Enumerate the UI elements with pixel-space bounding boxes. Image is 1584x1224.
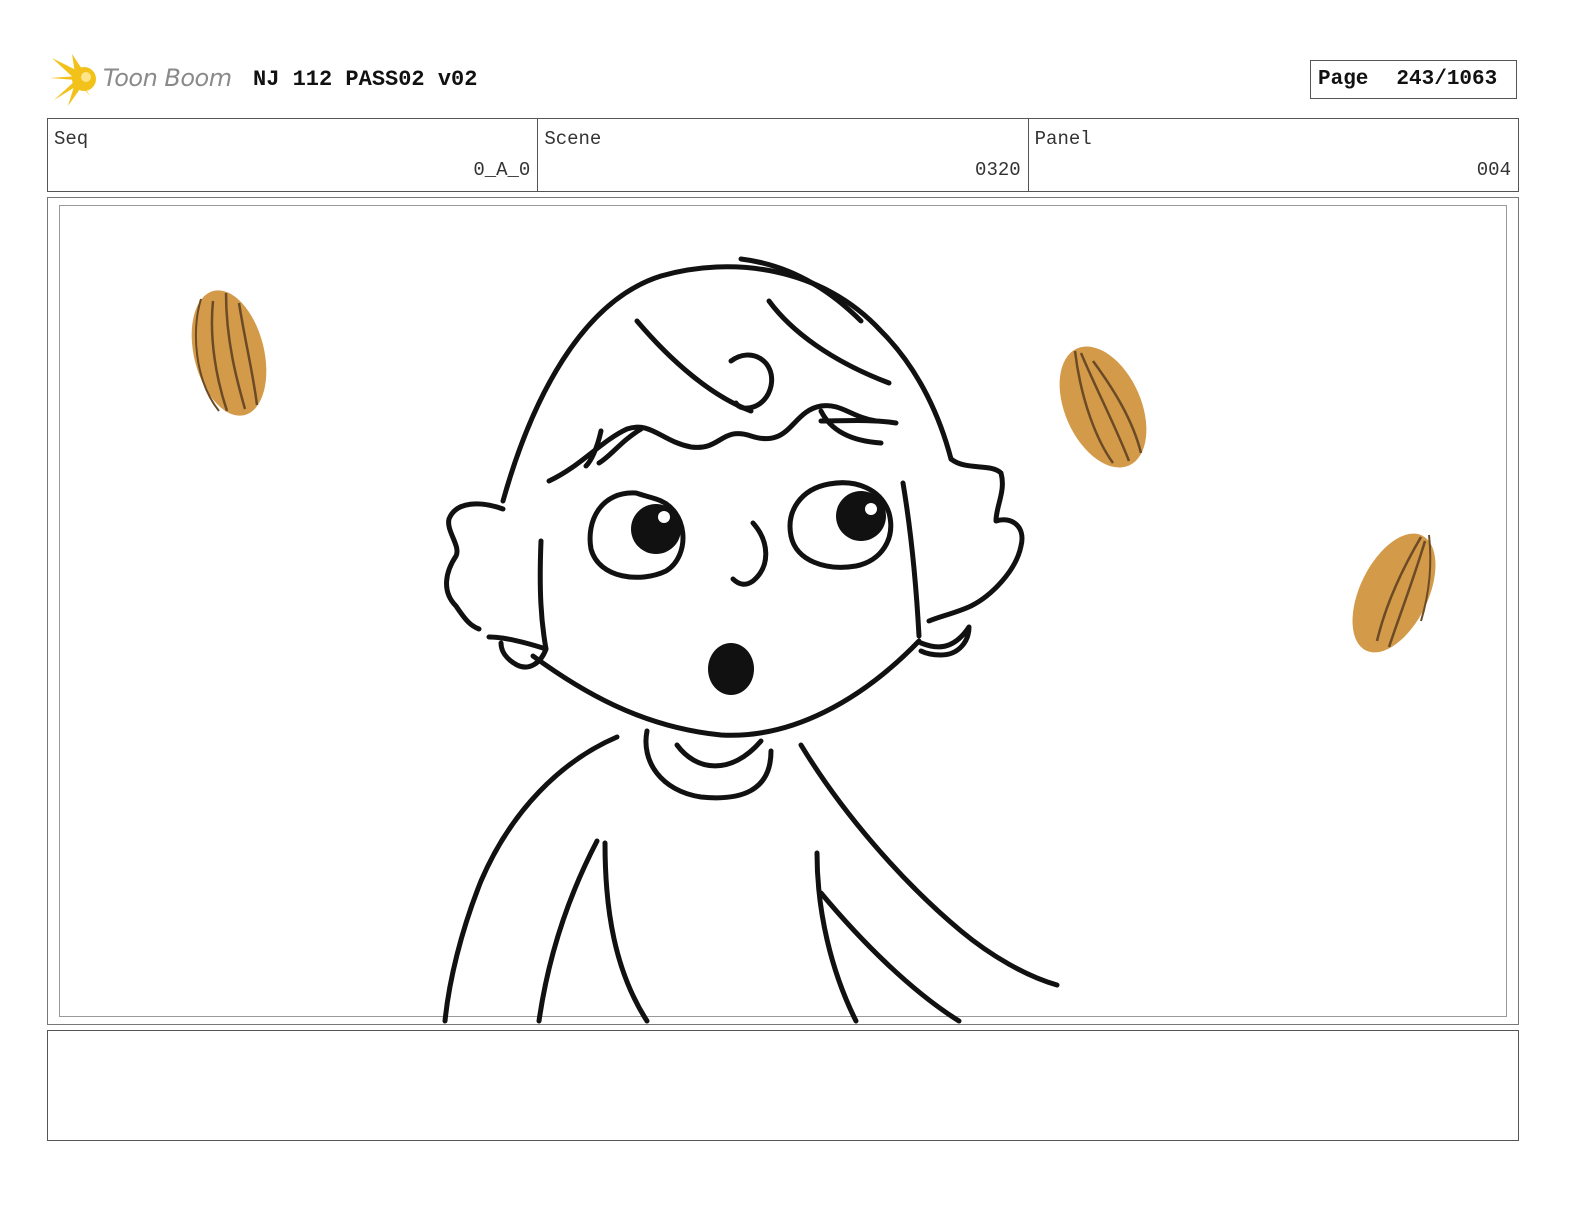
almond-middle	[1059, 346, 1147, 468]
info-row: Seq 0_A_0 Scene 0320 Panel 004	[47, 118, 1519, 192]
scene-value: 0320	[975, 159, 1021, 181]
panel-label: Panel	[1034, 128, 1092, 150]
panel-drawing	[191, 256, 1436, 1024]
page-indicator: Page 243/1063	[1310, 60, 1517, 99]
star-logo-icon	[50, 54, 96, 106]
character-features	[631, 491, 886, 695]
seq-value: 0_A_0	[473, 159, 531, 181]
toon-boom-logo: Toon Boom	[50, 52, 240, 108]
seq-label: Seq	[54, 128, 89, 150]
character-drawing	[442, 256, 1060, 1024]
notes-box	[47, 1030, 1519, 1141]
seq-cell: Seq 0_A_0	[48, 119, 539, 191]
logo-text: Toon Boom	[103, 64, 232, 92]
page-number: 243/1063	[1396, 68, 1498, 91]
almond-right	[1352, 533, 1436, 653]
panel-cell: Panel 004	[1029, 119, 1518, 191]
scene-cell: Scene 0320	[538, 119, 1029, 191]
storyboard-panel	[47, 197, 1519, 1025]
document-title: NJ 112 PASS02 v02	[253, 67, 478, 92]
panel-value: 004	[1476, 159, 1511, 181]
page-label: Page	[1318, 68, 1369, 91]
almond-left	[191, 290, 267, 416]
scene-label: Scene	[544, 128, 602, 150]
